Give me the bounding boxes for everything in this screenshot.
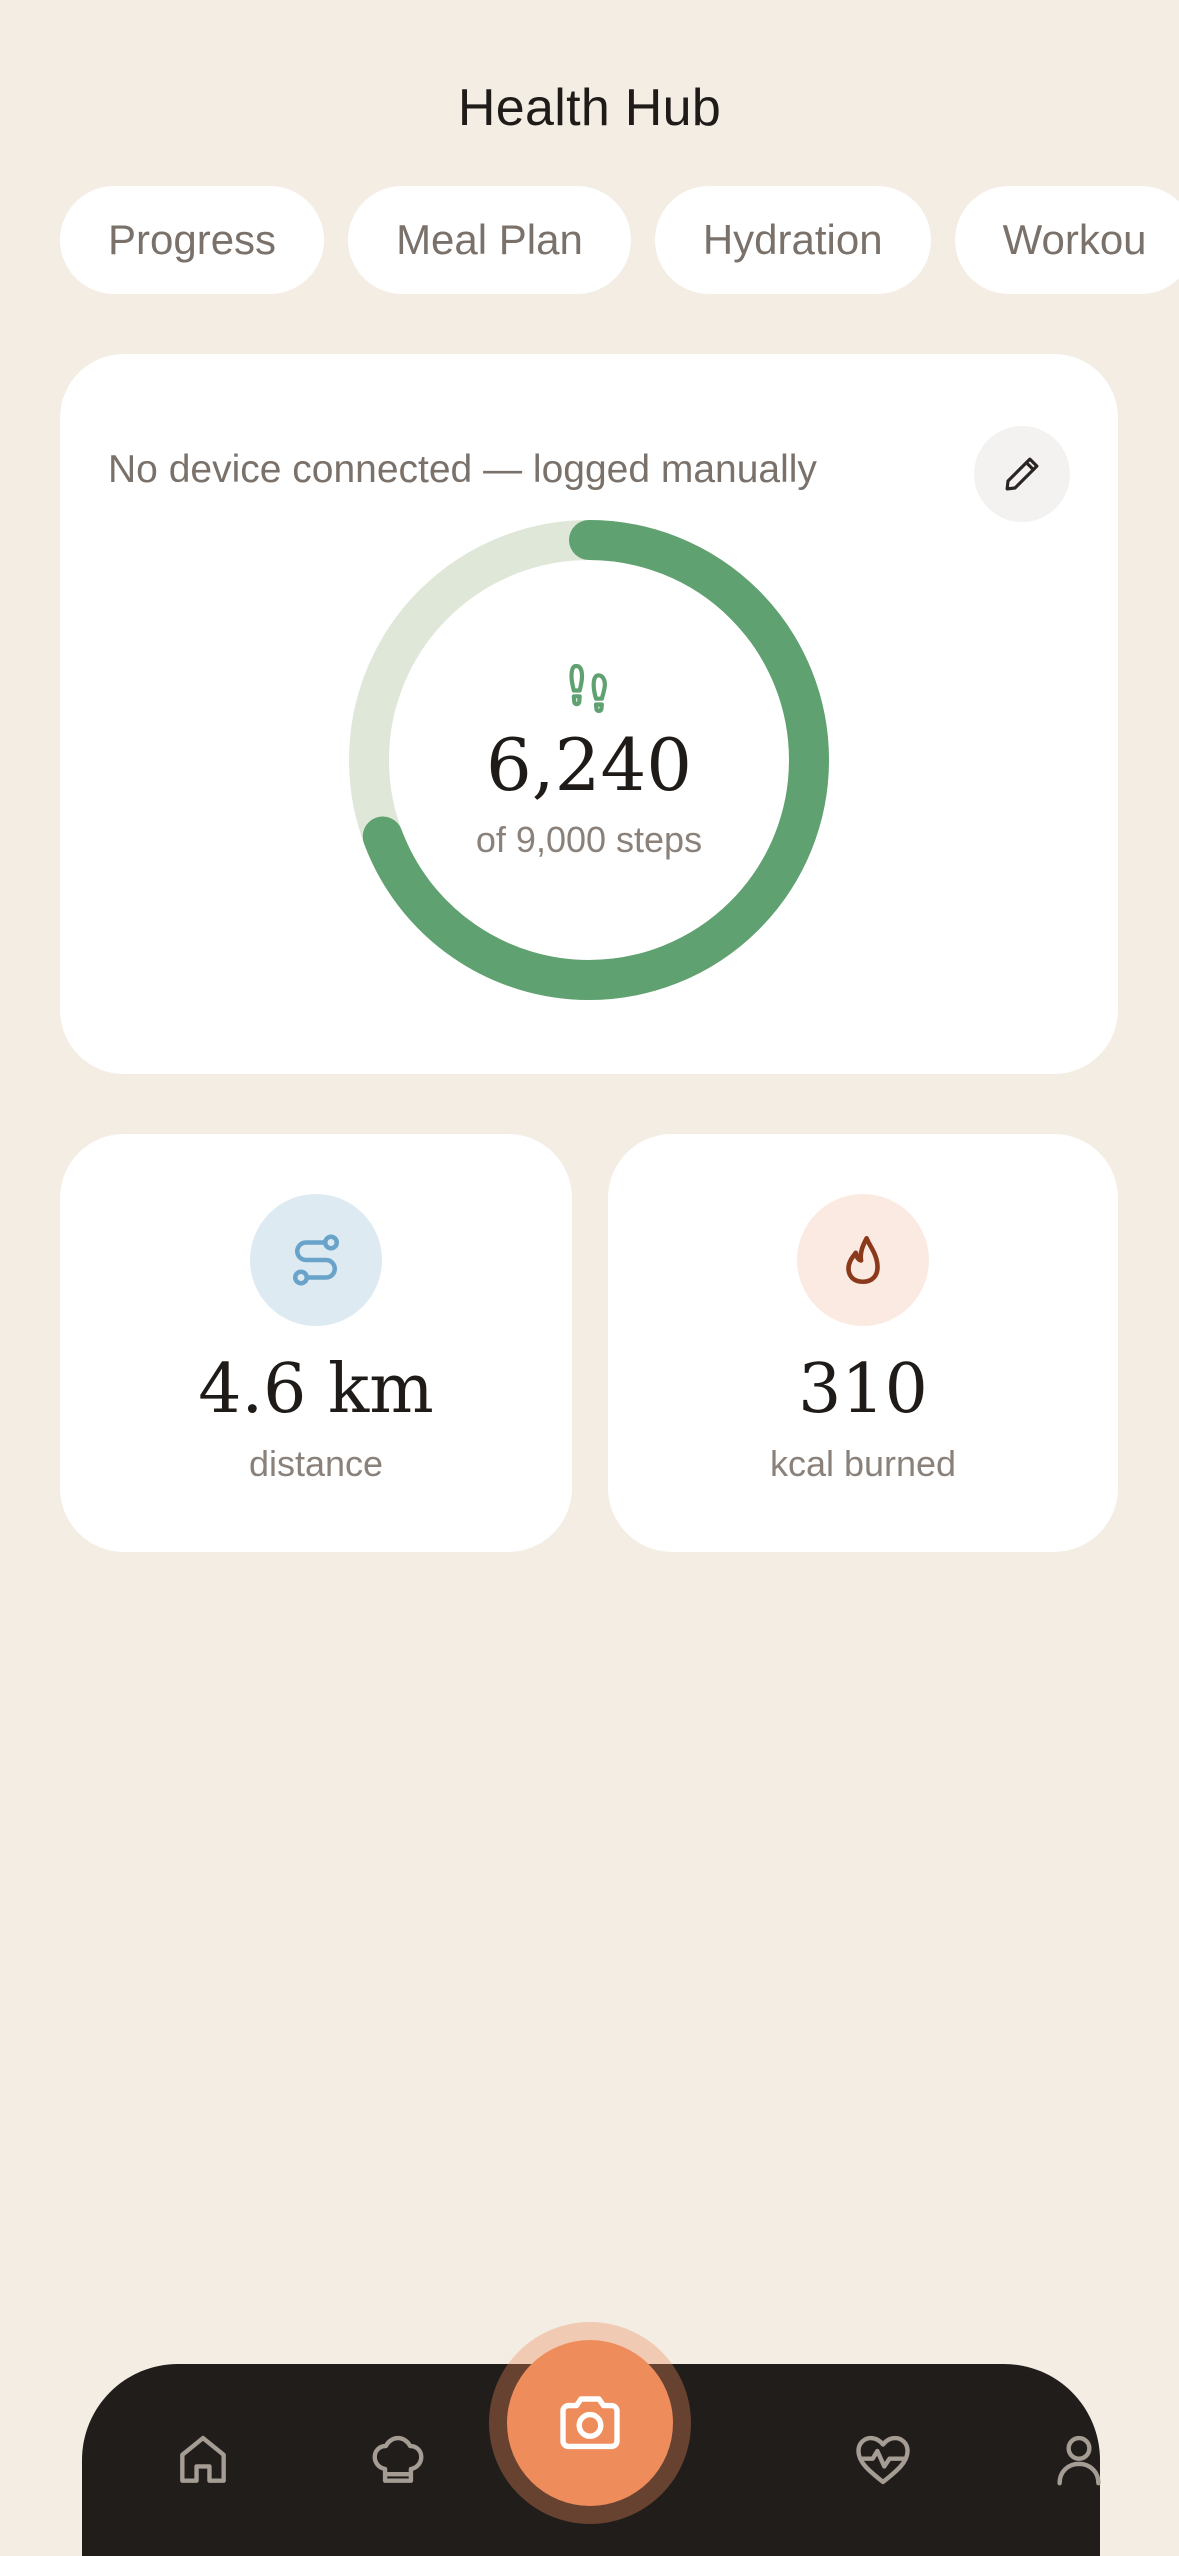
home-icon (180, 2435, 226, 2483)
tab-workout[interactable]: Workou (954, 186, 1179, 294)
distance-card: 4.6 km distance (60, 1134, 572, 1552)
flame-icon (846, 1235, 880, 1285)
tab-hydration[interactable]: Hydration (654, 186, 931, 294)
camera-icon (560, 2396, 620, 2450)
nav-home[interactable] (143, 2364, 263, 2556)
camera-button[interactable] (507, 2340, 673, 2506)
distance-icon-badge (250, 1194, 382, 1326)
route-icon (293, 1234, 339, 1286)
calories-label: kcal burned (769, 1443, 957, 1484)
page-title: Health Hub (457, 79, 722, 137)
nav-profile[interactable] (1019, 2364, 1139, 2556)
distance-value: 4.6 km (198, 1350, 434, 1429)
footprints-icon (569, 663, 607, 713)
steps-count: 6,240 (485, 723, 693, 807)
edit-steps-button[interactable] (974, 426, 1070, 522)
pencil-icon (1005, 457, 1039, 491)
calories-value: 310 (798, 1350, 928, 1429)
chef-hat-icon (372, 2435, 424, 2483)
calories-card: 310 kcal burned (608, 1134, 1118, 1552)
nav-health[interactable] (823, 2364, 943, 2556)
calories-icon-badge (797, 1194, 929, 1326)
tab-progress[interactable]: Progress (60, 186, 325, 294)
heart-pulse-icon (856, 2435, 910, 2485)
steps-goal-text: of 9,000 steps (475, 819, 703, 860)
distance-label: distance (248, 1443, 384, 1484)
nav-meals[interactable] (338, 2364, 458, 2556)
steps-summary: 6,240 of 9,000 steps (349, 520, 829, 1000)
user-icon (1057, 2435, 1101, 2486)
device-status-text: No device connected — logged manually (108, 448, 817, 491)
tab-meal-plan[interactable]: Meal Plan (348, 186, 631, 294)
tab-bar: Progress Meal Plan Hydration Workou (60, 186, 1179, 294)
steps-card: No device connected — logged manually 6,… (60, 354, 1118, 1074)
